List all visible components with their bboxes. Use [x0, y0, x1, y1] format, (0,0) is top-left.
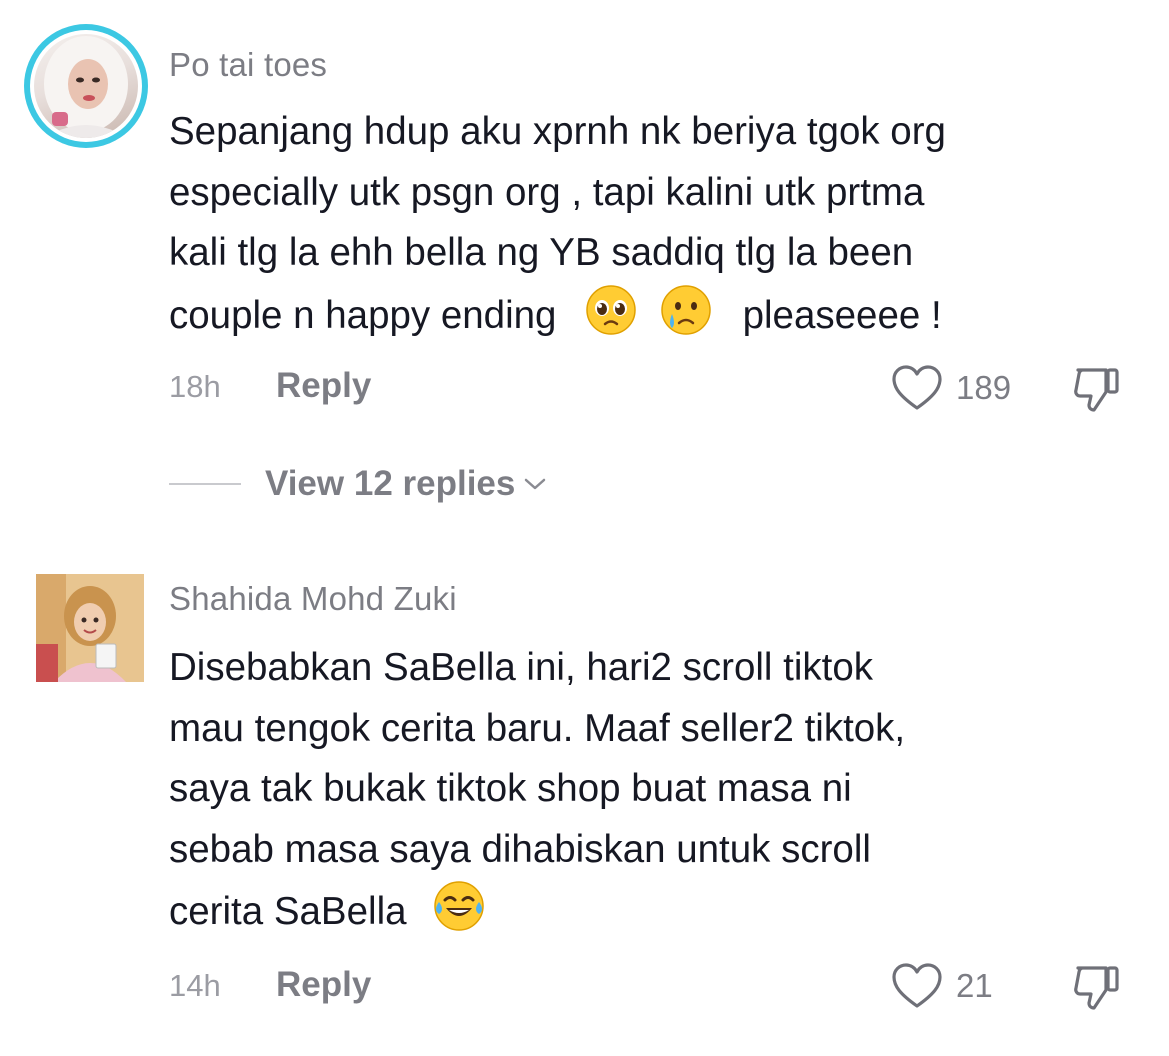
- dislike-button[interactable]: [1070, 364, 1126, 421]
- tears-of-joy-emoji: [434, 881, 484, 931]
- avatar-photo: [36, 574, 144, 682]
- avatar[interactable]: [36, 574, 144, 682]
- reply-button[interactable]: Reply: [276, 965, 371, 1005]
- like-count: 189: [956, 369, 1012, 406]
- comment-line: mau tengok cerita baru. Maaf seller2 tik…: [169, 706, 906, 750]
- comment-line: couple n happy ending: [169, 293, 557, 337]
- avatar-photo: [44, 36, 128, 138]
- view-replies-label: View 12 replies: [265, 464, 516, 503]
- comment-line: saya tak bukak tiktok shop buat masa ni: [169, 767, 852, 810]
- comment-username[interactable]: Po tai toes: [169, 46, 327, 84]
- comment-item: Po tai toes Sepanjang hdup aku xprnh nk …: [0, 24, 1169, 524]
- comment-text: Disebabkan SaBella ini, hari2 scroll tik…: [169, 638, 1144, 943]
- comment-line: sebab masa saya dihabiskan untuk scroll: [169, 827, 871, 871]
- thumbs-down-icon: [1074, 368, 1119, 412]
- comment-timestamp: 14h: [169, 968, 221, 1003]
- view-replies-button[interactable]: View 12 replies: [169, 464, 547, 504]
- comment-timestamp: 18h: [169, 369, 221, 404]
- comment-line: kali tlg la ehh bella ng YB saddiq tlg l…: [169, 231, 914, 274]
- like-button[interactable]: 21: [890, 962, 993, 1010]
- avatar-story-ring[interactable]: [24, 24, 148, 148]
- avatar-ring-gap: [30, 30, 142, 142]
- like-button[interactable]: 189: [890, 364, 1011, 412]
- pleading-face-emoji: [586, 284, 636, 335]
- like-count: 21: [956, 967, 993, 1004]
- dislike-button[interactable]: [1070, 962, 1126, 1019]
- comment-line-with-emoji: couple n happy ending pleaseeee !: [169, 284, 1144, 347]
- comment-username[interactable]: Shahida Mohd Zuki: [169, 580, 457, 618]
- comment-line: Disebabkan SaBella ini, hari2 scroll tik…: [169, 646, 874, 689]
- heart-icon: [892, 365, 942, 410]
- avatar: [34, 34, 138, 138]
- comment-text: Sepanjang hdup aku xprnh nk beriya tgok …: [169, 102, 1144, 346]
- comment-line: Sepanjang hdup aku xprnh nk beriya tgok …: [169, 110, 946, 153]
- heart-icon: [892, 963, 942, 1008]
- comment-line: pleaseeee !: [742, 293, 942, 337]
- comment-line: especially utk psgn org , tapi kalini ut…: [169, 170, 925, 214]
- divider: [169, 483, 241, 485]
- thumbs-down-icon: [1074, 966, 1119, 1010]
- crying-face-emoji: [661, 284, 711, 335]
- comment-line: cerita SaBella: [169, 890, 407, 933]
- comment-item: Shahida Mohd Zuki Disebabkan SaBella ini…: [0, 574, 1169, 1034]
- reply-button[interactable]: Reply: [276, 366, 371, 406]
- chevron-down-icon: [525, 478, 546, 490]
- comment-line-with-emoji: cerita SaBella: [169, 880, 1144, 943]
